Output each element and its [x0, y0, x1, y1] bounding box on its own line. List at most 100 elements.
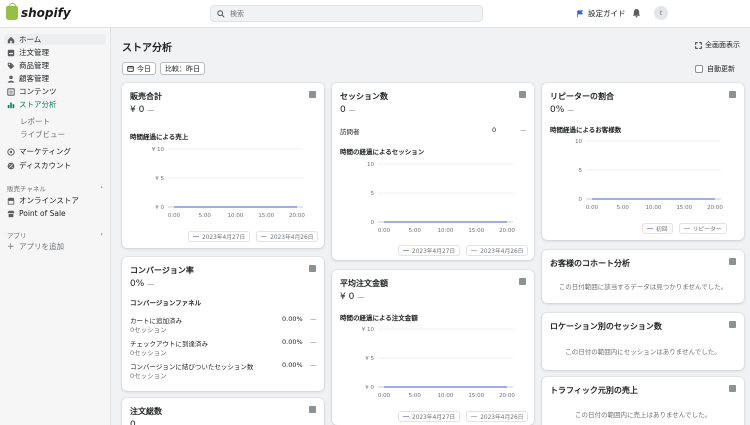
analytics-icon [7, 102, 15, 108]
auto-update-toggle[interactable]: 自動更新 [695, 64, 735, 74]
sidebar-item-label: 顧客管理 [19, 74, 49, 83]
x-tick-label: 15:00 [676, 205, 692, 211]
report-icon[interactable] [309, 265, 316, 272]
sidebar-item-orders[interactable]: 注文管理 [4, 47, 106, 58]
visitors-label: 訪問者 [340, 128, 360, 136]
legend-item-previous[interactable]: 2023年4月26日 [466, 245, 529, 256]
card-title: 販売合計 [130, 92, 162, 101]
search-bar[interactable] [210, 5, 483, 22]
y-tick-label: ¥ 5 [365, 356, 374, 362]
legend-item-previous[interactable]: 2023年4月26日 [466, 411, 529, 422]
bell-icon[interactable] [632, 8, 641, 18]
auto-update-checkbox[interactable] [695, 65, 703, 73]
customer-cohort-card: お客様のコホート分析 この日付範囲に該当するデータは見つかりませんでした。 [542, 250, 744, 303]
report-icon[interactable] [729, 91, 736, 98]
expand-icon [695, 41, 702, 49]
visitors-change: — [520, 126, 527, 134]
sidebar-item-marketing[interactable]: マーケティング [4, 146, 106, 157]
sidebar-item-customers[interactable]: 顧客管理 [4, 73, 106, 84]
report-icon[interactable] [729, 258, 736, 265]
report-icon[interactable] [309, 91, 316, 98]
top-bar: shopify 設定ガイド t [0, 0, 750, 28]
add-app-button[interactable]: + アプリを追加 [4, 241, 106, 252]
report-icon[interactable] [729, 385, 736, 392]
content-icon [7, 87, 15, 96]
sidebar-item-point-of-sale[interactable]: Point of Sale [4, 208, 106, 219]
report-icon[interactable] [519, 91, 526, 98]
sales-channels-label: 販売チャネル [7, 185, 46, 193]
legend-swatch [261, 235, 268, 238]
compare-button[interactable]: 比較：昨日 [160, 62, 205, 75]
setup-guide-button[interactable]: 設定ガイド [576, 8, 626, 19]
x-tick-label: 10:00 [646, 205, 662, 211]
x-tick-label: 10:00 [438, 228, 454, 234]
apps-section[interactable]: アプリ › [7, 230, 103, 240]
sidebar-item-products[interactable]: 商品管理 [4, 60, 106, 71]
add-app-label: アプリを追加 [19, 242, 64, 251]
legend-swatch [471, 249, 478, 252]
legend-swatch [471, 415, 478, 418]
legend-item-current[interactable]: 2023年4月27日 [398, 411, 461, 422]
empty-message: この日付範囲に該当するデータは見つかりませんでした。 [558, 283, 728, 291]
date-range-button[interactable]: 今日 [122, 62, 156, 75]
search-input[interactable] [230, 9, 470, 18]
total-sales-card: 販売合計 ¥ 0 — 時間経過による売上 ¥ 0 ¥ 5 ¥ 10 0:00 5:00 1… [122, 83, 324, 248]
sidebar-item-label: ストア分析 [19, 100, 57, 109]
y-tick-label: ¥ 0 [155, 205, 164, 211]
chart-title: 時間の経過によるセッション [340, 148, 425, 156]
visitors-value: 0 [492, 126, 497, 134]
x-tick-label: 0:00 [378, 228, 391, 234]
funnel-row-pct: 0.00% [282, 315, 303, 323]
x-tick-label: 15:00 [468, 393, 484, 399]
x-tick-label: 20:00 [289, 213, 305, 219]
empty-message: この日付の範囲内にセッションはありませんでした。 [565, 348, 721, 356]
x-tick-label: 0:00 [378, 393, 391, 399]
report-icon[interactable] [729, 321, 736, 328]
sidebar-item-home[interactable]: ホーム [4, 34, 106, 45]
conversion-value: 0% — [130, 279, 155, 289]
compare-label: 比較：昨日 [165, 64, 200, 73]
funnel-row-pct: 0.00% [282, 338, 303, 346]
fullscreen-button[interactable]: 全画面表示 [695, 40, 740, 50]
legend-item-first-time[interactable]: 初回 [642, 223, 673, 234]
order-icon [7, 49, 15, 56]
report-icon[interactable] [519, 278, 526, 285]
report-icon[interactable] [309, 406, 316, 413]
orders-value: 0 [130, 420, 136, 425]
y-tick-label: 0 [579, 197, 583, 203]
legend-item-repeat[interactable]: リピーター [678, 223, 727, 234]
shopping-bag-icon [6, 3, 18, 20]
sidebar-item-content[interactable]: コンテンツ [4, 86, 106, 97]
sidebar-item-discounts[interactable]: ディスカウント [4, 160, 106, 171]
shopify-logo[interactable]: shopify [6, 3, 71, 20]
card-title: セッション数 [340, 92, 388, 101]
legend-item-current[interactable]: 2023年4月27日 [398, 245, 461, 256]
sidebar-item-label: ホーム [19, 35, 42, 44]
legend-item-current[interactable]: 2023年4月27日 [188, 231, 251, 242]
auto-update-label: 自動更新 [707, 65, 735, 73]
x-tick-label: 10:00 [438, 393, 454, 399]
x-tick-label: 20:00 [499, 228, 515, 234]
sidebar-item-online-store[interactable]: オンラインストア [4, 195, 106, 206]
person-icon [7, 75, 15, 83]
sales-value: ¥ 0 — [130, 105, 155, 115]
avatar[interactable]: t [654, 6, 668, 20]
chevron-right-icon: › [100, 183, 103, 191]
legend-swatch [403, 249, 409, 252]
pos-icon [7, 210, 15, 217]
target-icon [7, 147, 15, 156]
sales-channels-section[interactable]: 販売チャネル › [7, 183, 103, 193]
sidebar-subitem-live-view[interactable]: ライブビュー [20, 129, 65, 140]
card-title: 平均注文金額 [340, 279, 388, 288]
card-title: ロケーション別のセッション数 [550, 322, 662, 331]
average-order-value-card: 平均注文金額 ¥ 0 — 時間の経過による注文金額 ¥ 0 ¥ 5 ¥ 10 0:00… [332, 270, 534, 425]
sidebar-subitem-reports[interactable]: レポート [20, 116, 50, 127]
plus-icon: + [7, 241, 15, 252]
funnel-row-sub: 0セッション [130, 372, 167, 380]
page-title: ストア分析 [122, 43, 172, 54]
card-title: リピーターの割合 [550, 92, 614, 101]
sidebar-item-analytics[interactable]: ストア分析 [4, 99, 106, 110]
apps-label: アプリ [7, 232, 27, 240]
x-tick-label: 5:00 [617, 205, 630, 211]
legend-item-previous[interactable]: 2023年4月26日 [256, 231, 319, 242]
